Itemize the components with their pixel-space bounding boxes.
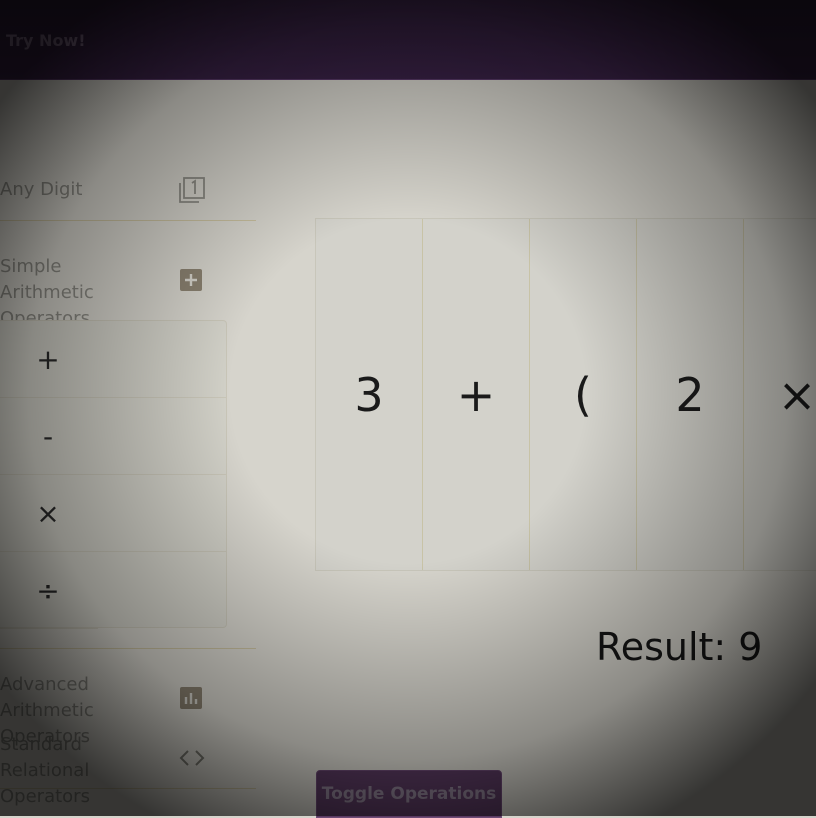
expression-tile[interactable]: 2 bbox=[637, 219, 744, 570]
top-app-bar: Try Now! bbox=[0, 0, 816, 80]
brand-link[interactable]: Try Now! bbox=[6, 31, 86, 50]
operator-divide[interactable]: ÷ bbox=[0, 552, 98, 629]
result-label: Result: 9 bbox=[596, 625, 763, 669]
expression-tile[interactable]: 3 bbox=[316, 219, 423, 570]
expression-tile[interactable]: + bbox=[423, 219, 530, 570]
operator-item-plus[interactable]: + bbox=[0, 321, 226, 398]
digit-one-icon[interactable] bbox=[178, 176, 206, 209]
sidebar: Any Digit Simple Arithmetic Operators + … bbox=[0, 80, 256, 816]
expression-tile[interactable]: ( bbox=[530, 219, 637, 570]
sidebar-divider bbox=[0, 648, 256, 649]
angle-brackets-icon[interactable] bbox=[178, 748, 206, 773]
plus-box-icon[interactable] bbox=[180, 269, 202, 296]
operator-item-minus[interactable]: - bbox=[0, 398, 226, 475]
sidebar-section-any-digit-label[interactable]: Any Digit bbox=[0, 177, 82, 203]
operator-minus[interactable]: - bbox=[0, 398, 98, 475]
toggle-operations-button[interactable]: Toggle Operations bbox=[316, 770, 502, 818]
operator-plus[interactable]: + bbox=[0, 321, 98, 398]
operator-multiply[interactable]: × bbox=[0, 475, 98, 552]
operator-item-divide[interactable]: ÷ bbox=[0, 552, 226, 629]
operator-item-multiply[interactable]: × bbox=[0, 475, 226, 552]
expression-tiles: 3 + ( 2 × bbox=[315, 218, 816, 571]
sidebar-divider bbox=[0, 788, 256, 789]
sidebar-divider bbox=[0, 220, 256, 221]
sidebar-section-relational-label[interactable]: Standard Relational Operators bbox=[0, 732, 170, 810]
bar-chart-icon[interactable] bbox=[180, 687, 202, 714]
simple-operators-list: + - × ÷ bbox=[0, 320, 227, 629]
expression-tile[interactable]: × bbox=[744, 219, 816, 570]
